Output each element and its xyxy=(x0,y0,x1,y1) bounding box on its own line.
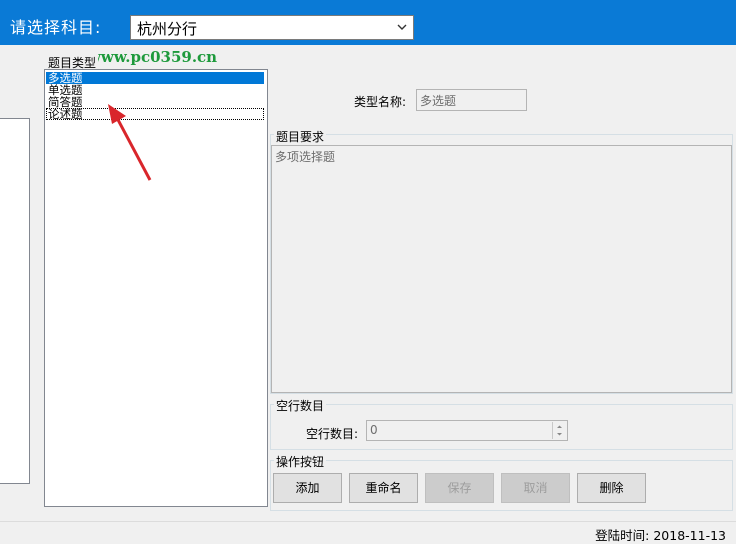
chevron-down-icon[interactable] xyxy=(395,20,409,37)
status-bar: 登陆时间: 2018-11-13 xyxy=(0,521,736,543)
requirements-textarea[interactable]: 多项选择题 xyxy=(271,145,732,393)
blank-rows-label: 空行数目: xyxy=(306,427,359,441)
actions-group-title: 操作按钮 xyxy=(274,453,327,470)
blank-rows-group-title: 空行数目 xyxy=(274,397,327,414)
delete-button[interactable]: 删除 xyxy=(577,473,646,503)
subject-dropdown-value: 杭州分行 xyxy=(137,20,198,38)
watermark: www.pc0359.cn xyxy=(88,48,218,66)
blank-rows-value: 0 xyxy=(370,423,378,437)
subject-label: 请选择科目: xyxy=(10,18,102,37)
requirements-group-title: 题目要求 xyxy=(274,128,327,145)
spinner-arrows-icon[interactable] xyxy=(552,422,566,439)
left-tree-pane[interactable] xyxy=(0,118,30,484)
rename-button[interactable]: 重命名 xyxy=(349,473,418,503)
blank-rows-spinner[interactable]: 0 xyxy=(366,420,568,441)
list-item-single-choice[interactable]: 单选题 xyxy=(46,84,264,96)
type-name-label: 类型名称: xyxy=(354,95,407,109)
type-name-field[interactable]: 多选题 xyxy=(416,89,527,111)
list-item-multiple-choice[interactable]: 多选题 xyxy=(46,72,264,84)
cancel-button[interactable]: 取消 xyxy=(501,473,570,503)
add-button[interactable]: 添加 xyxy=(273,473,342,503)
login-time-text: 登陆时间: 2018-11-13 xyxy=(595,528,726,543)
subject-dropdown[interactable]: 杭州分行 xyxy=(130,15,414,40)
annotation-arrow-icon xyxy=(108,104,152,181)
save-button[interactable]: 保存 xyxy=(425,473,494,503)
